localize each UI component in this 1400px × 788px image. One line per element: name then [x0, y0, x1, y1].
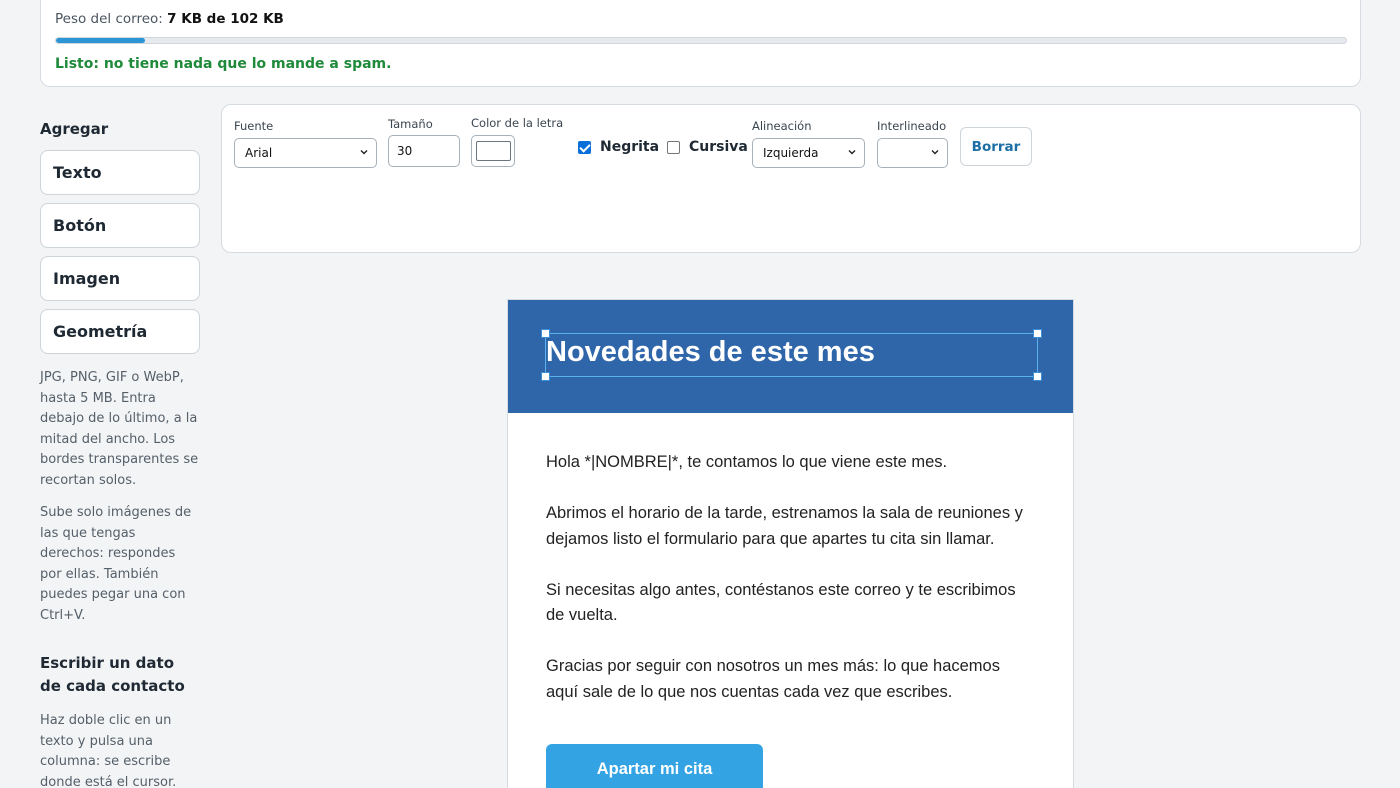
resize-handle-top-left[interactable]	[541, 329, 550, 338]
chevron-down-icon	[360, 150, 368, 155]
spam-status-text: Listo: no tiene nada que lo mande a spam…	[55, 56, 392, 72]
email-paragraph[interactable]: Abrimos el horario de la tarde, estrenam…	[546, 501, 1036, 552]
bold-checkbox[interactable]: Negrita	[578, 139, 659, 155]
line-height-select[interactable]	[877, 138, 948, 168]
weight-progress-fill	[56, 38, 145, 43]
email-weight-label: Peso del correo: 7 KB de 102 KB	[55, 11, 284, 27]
italic-checkbox[interactable]: Cursiva	[667, 139, 748, 155]
text-format-toolbar: Fuente Arial Tamaño 30 Color de la letra…	[221, 104, 1361, 253]
bold-check-icon[interactable]	[578, 140, 591, 154]
add-heading: Agregar	[40, 120, 109, 138]
font-label: Fuente	[234, 119, 274, 133]
font-size-input[interactable]: 30	[388, 135, 460, 167]
resize-handle-bottom-left[interactable]	[541, 372, 550, 381]
bold-label: Negrita	[600, 139, 660, 155]
size-label: Tamaño	[388, 117, 433, 131]
font-size-value: 30	[397, 144, 413, 158]
font-color-label: Color de la letra	[471, 116, 564, 130]
italic-check-icon[interactable]	[667, 140, 680, 154]
contact-field-note: Haz doble clic en un texto y pulsa una c…	[40, 713, 177, 788]
add-image-button[interactable]: Imagen	[40, 256, 200, 301]
email-paragraph[interactable]: Gracias por seguir con nosotros un mes m…	[546, 654, 1036, 705]
resize-handle-top-right[interactable]	[1033, 329, 1042, 338]
chevron-down-icon	[848, 150, 856, 155]
weight-label-text: Peso del correo:	[55, 11, 163, 27]
add-sidebar: Agregar Texto Botón Imagen Geometría JPG…	[40, 120, 200, 788]
email-header-block[interactable]: Novedades de este mes	[508, 300, 1073, 413]
font-color-picker[interactable]	[471, 135, 515, 167]
email-canvas: Novedades de este mes Hola *|NOMBRE|*, t…	[507, 299, 1074, 788]
resize-handle-bottom-right[interactable]	[1033, 372, 1042, 381]
contact-field-heading: Escribir un dato de cada contacto	[40, 654, 185, 695]
email-paragraph[interactable]: Si necesitas algo antes, contéstanos est…	[546, 578, 1036, 629]
font-select[interactable]: Arial	[234, 138, 377, 168]
line-height-label: Interlineado	[877, 119, 947, 133]
alignment-select-value: Izquierda	[763, 146, 819, 160]
selection-frame[interactable]	[541, 329, 1042, 381]
chevron-down-icon	[931, 150, 939, 155]
email-paragraph[interactable]: Hola *|NOMBRE|*, te contamos lo que vien…	[546, 450, 1036, 476]
clear-button[interactable]: Borrar	[960, 127, 1032, 166]
font-color-swatch	[476, 141, 511, 161]
alignment-select[interactable]: Izquierda	[752, 138, 865, 168]
email-weight-panel: Peso del correo: 7 KB de 102 KB Listo: n…	[40, 0, 1361, 87]
image-format-note: JPG, PNG, GIF o WebP, hasta 5 MB. Entra …	[40, 370, 199, 488]
weight-value: 7 KB de 102 KB	[167, 11, 284, 27]
add-geometry-button[interactable]: Geometría	[40, 309, 200, 354]
email-cta-button[interactable]: Apartar mi cita	[546, 744, 763, 788]
add-text-button[interactable]: Texto	[40, 150, 200, 195]
image-rights-note: Sube solo imágenes de las que tengas der…	[40, 505, 192, 623]
add-button-button[interactable]: Botón	[40, 203, 200, 248]
alignment-label: Alineación	[752, 119, 812, 133]
italic-label: Cursiva	[689, 139, 748, 155]
font-select-value: Arial	[245, 146, 273, 160]
weight-progress-bar	[55, 37, 1347, 44]
email-body-text[interactable]: Hola *|NOMBRE|*, te contamos lo que vien…	[546, 450, 1036, 731]
